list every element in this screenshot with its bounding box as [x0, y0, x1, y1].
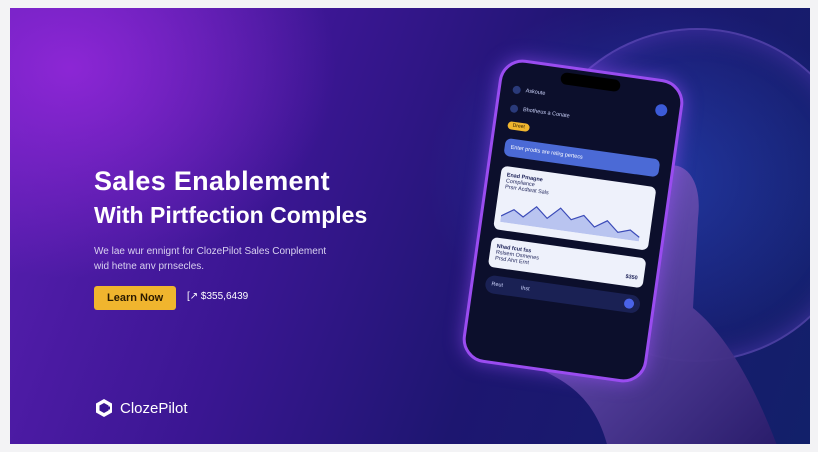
clozepilot-logo-icon	[96, 399, 112, 417]
headline-line-2: With Pirtfection Comples	[94, 202, 368, 228]
stat-readout: [↗ $355,6439	[187, 291, 249, 302]
headline-line-1: Sales Enablement	[94, 166, 330, 196]
brand-name: ClozePilot	[120, 399, 188, 417]
composer-left-label: Reut	[490, 281, 504, 289]
avatar	[509, 104, 519, 114]
deal-value: $350	[625, 273, 639, 282]
brand-logo[interactable]: ClozePilot	[94, 398, 188, 418]
hero-banner: Sales Enablement With Pirtfection Comple…	[10, 8, 810, 444]
description-line-2: wid hetne anv prnsecles.	[94, 261, 205, 272]
description-line-1: We lae wur ennignt for ClozePilot Sales …	[94, 246, 327, 257]
learn-now-button[interactable]: Learn Now	[94, 286, 177, 310]
send-icon[interactable]	[623, 297, 635, 310]
composer-right-label: Ihst	[520, 285, 530, 293]
status-chip[interactable]: Dreet	[507, 121, 531, 133]
description: We lae wur ennignt for ClozePilot Sales …	[94, 244, 364, 274]
compose-icon[interactable]	[654, 103, 669, 117]
phone-screen: Askoute Bhotheus a Conate Dreet Enter pr…	[463, 60, 683, 382]
profile-icon	[512, 85, 522, 95]
contact-name: Bhotheus a Conate	[522, 106, 571, 120]
phone-header-title: Askoute	[525, 88, 546, 97]
analytics-card[interactable]: Enad Pmagne Compliance Prsrr Acdteat Sal…	[493, 165, 657, 251]
headline: Sales Enablement With Pirtfection Comple…	[94, 164, 367, 232]
